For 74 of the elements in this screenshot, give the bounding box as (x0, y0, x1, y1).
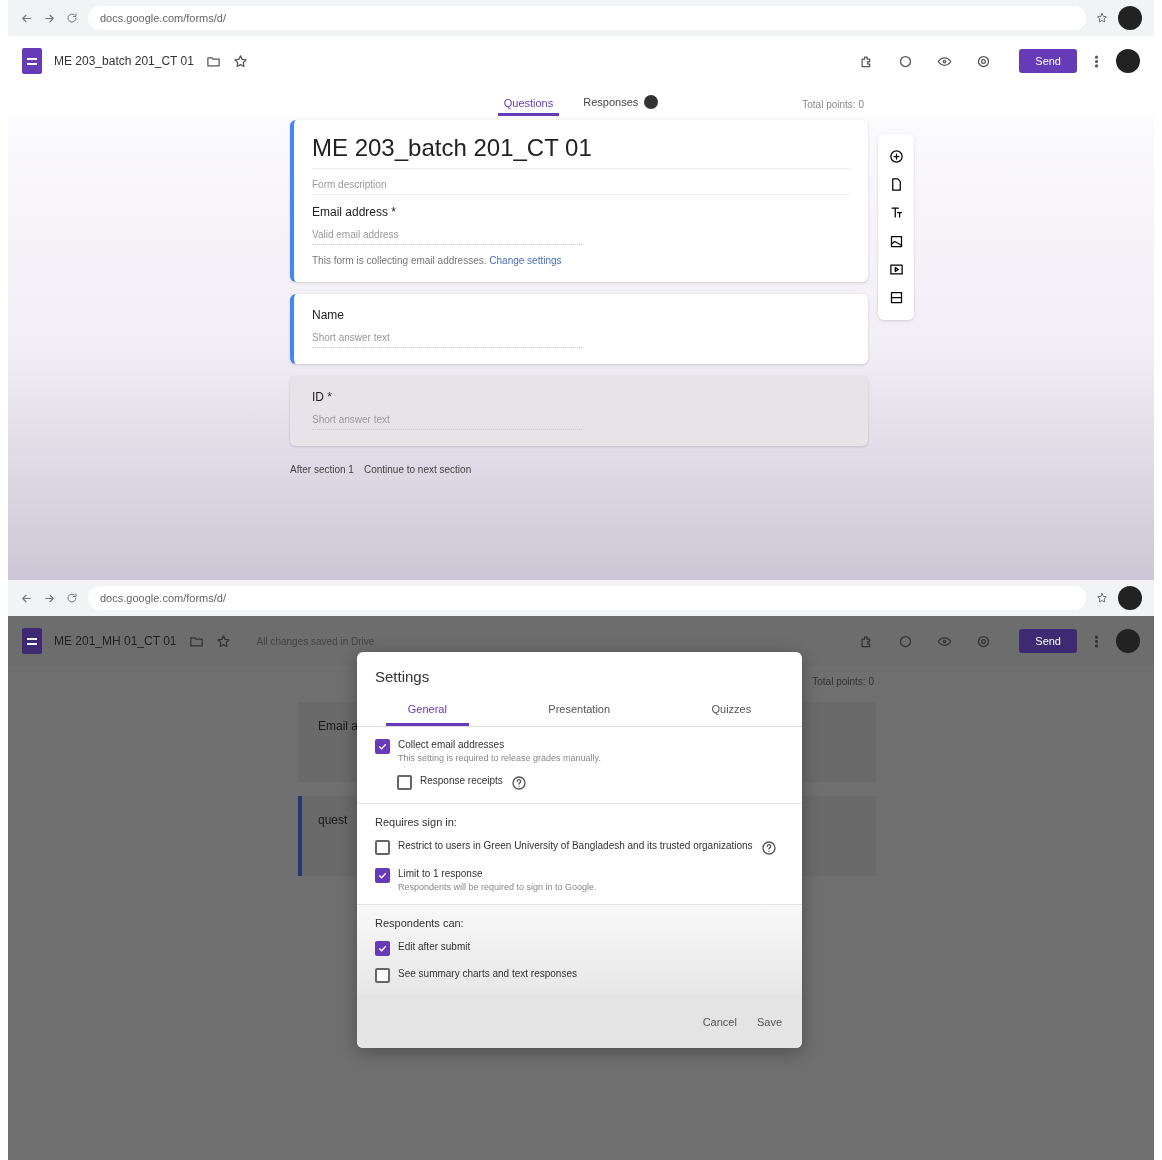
send-button[interactable]: Send (1019, 49, 1077, 73)
checkmark-icon (377, 741, 388, 752)
palette-button[interactable] (898, 53, 914, 69)
address-bar[interactable]: docs.google.com/forms/d/ (88, 6, 1086, 30)
add-circle-icon (888, 148, 904, 164)
profile-avatar[interactable] (1118, 6, 1142, 30)
user-avatar[interactable] (1116, 49, 1140, 73)
star-icon (232, 53, 248, 69)
settings-button[interactable] (976, 53, 992, 69)
video-icon (888, 261, 904, 277)
option-label: See summary charts and text responses (398, 968, 577, 979)
option-hint: This setting is required to release grades manually. (398, 753, 601, 763)
settings-icon (976, 53, 992, 69)
section-navigation-dropdown[interactable]: Continue to next section (363, 464, 472, 475)
add-video-button[interactable] (888, 261, 904, 277)
add-image-button[interactable] (888, 233, 904, 249)
settings-icon (976, 633, 992, 649)
option-label: Collect email addresses (398, 739, 506, 750)
answer-field: Short answer text (312, 414, 582, 430)
form-name[interactable]: ME 203_batch 201_CT 01 (54, 54, 194, 68)
question-title: ID * (312, 390, 333, 404)
forms-logo-icon (22, 48, 42, 74)
question-card[interactable]: Name Short answer text (290, 294, 868, 364)
checkmark-icon (377, 943, 388, 954)
section-heading: Respondents can: (375, 917, 465, 929)
form-header-card[interactable]: ME 203_batch 201_CT 01 Form description Email address * Valid email address This form is collecting email addresses. Change settings (290, 120, 868, 282)
answer-field: Short answer text (312, 332, 582, 348)
checkbox[interactable] (375, 941, 390, 956)
checkbox[interactable] (375, 868, 390, 883)
reload-icon[interactable] (66, 592, 78, 604)
send-button[interactable]: Send (1019, 629, 1077, 653)
question-card[interactable]: ID * Short answer text (290, 376, 868, 446)
option-label: Limit to 1 response (398, 868, 484, 879)
forms-logo-icon (22, 628, 42, 654)
dialog-button[interactable]: Cancel (696, 1012, 743, 1032)
dialog-title: Settings (374, 667, 431, 687)
help-icon (760, 840, 777, 856)
question-title: quest (318, 813, 348, 827)
option-label: Restrict to users in Green University of Bangladesh and its trusted organizations (398, 840, 753, 851)
question-title: Name (312, 308, 345, 322)
form-title[interactable]: ME 203_batch 201_CT 01 (312, 134, 850, 169)
star-icon (1096, 12, 1108, 24)
total-points: Total points: 0 (802, 99, 864, 110)
checkbox[interactable] (375, 968, 390, 983)
settings-tab[interactable]: Quizzes (689, 693, 774, 726)
settings-tab[interactable]: Presentation (526, 693, 633, 726)
answer-field: Valid email address (312, 229, 582, 245)
reload-icon[interactable] (66, 12, 78, 24)
checkbox[interactable] (397, 775, 412, 790)
checkmark-icon (377, 870, 388, 881)
form-tab[interactable]: Responses (577, 91, 665, 116)
section-label: After section 1 (290, 464, 354, 475)
add-section-button[interactable] (888, 290, 904, 306)
checkbox[interactable] (375, 739, 390, 754)
star-icon (1096, 592, 1108, 604)
section-icon (888, 290, 904, 306)
dialog-button[interactable]: Save (750, 1012, 788, 1032)
image-icon (888, 233, 904, 249)
section-heading: Requires sign in: (375, 816, 458, 828)
help-icon (510, 775, 527, 791)
option-hint: Respondents will be required to sign in to Google. (398, 882, 597, 892)
palette-icon (898, 633, 914, 649)
profile-avatar[interactable] (1118, 586, 1142, 610)
star-icon (215, 633, 231, 649)
checkbox[interactable] (375, 840, 390, 855)
collecting-note: This form is collecting email addresses. Change settings (312, 255, 563, 266)
option-label: Response receipts (420, 775, 503, 786)
question-title: Email address * (312, 205, 398, 219)
add-question-button[interactable] (888, 148, 904, 164)
option-label: Edit after submit (398, 941, 471, 952)
address-bar[interactable]: docs.google.com/forms/d/ (88, 586, 1086, 610)
response-badge-icon (644, 95, 659, 109)
change-settings-link[interactable]: Change settings (489, 255, 562, 266)
palette-icon (898, 53, 914, 69)
